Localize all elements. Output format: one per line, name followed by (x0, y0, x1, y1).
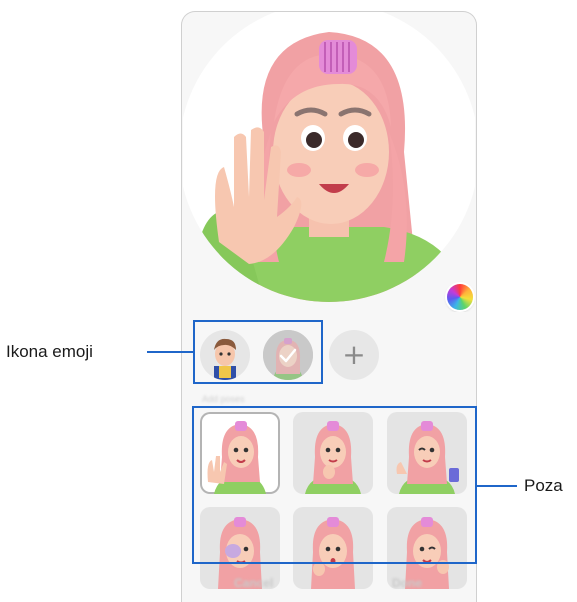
avatar-preview (183, 12, 475, 312)
color-palette-icon[interactable] (447, 284, 473, 310)
avatar-preview-circle (183, 12, 475, 302)
poses-callout-label: Poza (524, 476, 563, 495)
emoji-callout-line (147, 351, 193, 353)
emoji-callout-label: Ikona emoji (6, 342, 93, 361)
section-label: Add poses (202, 394, 245, 404)
add-emoji-button[interactable]: + (329, 330, 379, 380)
plus-icon: + (342, 338, 366, 371)
avatar-waving-image (189, 32, 469, 302)
poses-highlight (192, 406, 477, 564)
emoji-icons-highlight (193, 320, 323, 384)
poses-callout-line (477, 485, 517, 487)
done-button[interactable]: Done (392, 576, 422, 590)
cancel-button[interactable]: Cancel (234, 576, 273, 590)
